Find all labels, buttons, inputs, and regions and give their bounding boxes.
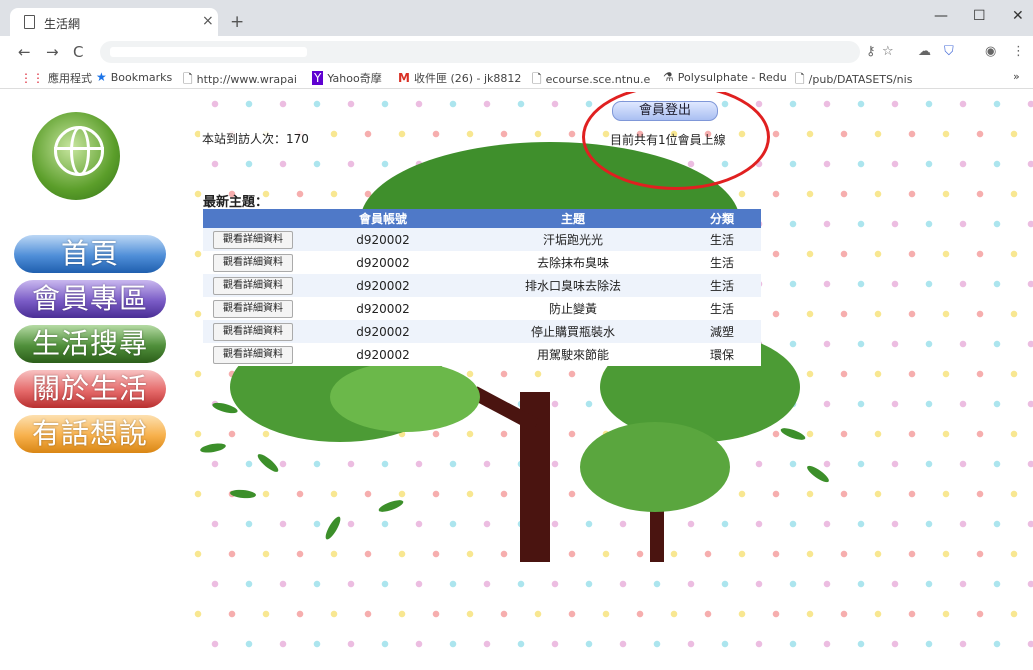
column-header: 分類 [683, 209, 761, 228]
account-cell: d920002 [356, 255, 410, 270]
table-row: 觀看詳細資料 d920002 排水口臭味去除法 生活 [203, 274, 761, 297]
online-members: 目前共有1位會員上線 [610, 133, 726, 147]
column-header [203, 209, 303, 228]
menu-about-button[interactable]: 關於生活 [14, 370, 166, 408]
category-cell: 減塑 [683, 320, 761, 343]
address-value [110, 47, 307, 57]
category-cell: 生活 [709, 302, 734, 316]
table-row: 觀看詳細資料 d920002 停止購買瓶裝水 減塑 [203, 320, 761, 343]
account-cell: d920002 [303, 228, 463, 251]
menu-home-button[interactable]: 首頁 [14, 235, 166, 273]
topic-cell: 用駕駛來節能 [536, 348, 609, 362]
site-logo [32, 112, 120, 200]
minimize-button[interactable]: — [934, 8, 948, 24]
browser-chrome: 生活網 × + — ☐ ✕ ← → C ⚷ ☆ ☁ ⛉ ◉ ⋮ ⋮⋮ 應用程式 ★… [0, 0, 1033, 92]
bookmark-item[interactable]: ⋮⋮ 應用程式 [20, 70, 92, 86]
table-row: 觀看詳細資料 d920002 防止變黃 生活 [203, 297, 761, 320]
view-details-button[interactable]: 觀看詳細資料 [213, 345, 293, 364]
star-icon: ★ [96, 70, 107, 84]
shield-icon[interactable]: ⛉ [944, 44, 954, 59]
address-bar[interactable] [100, 41, 860, 63]
browser-tab[interactable]: 生活網 × [10, 8, 218, 36]
view-details-button[interactable]: 觀看詳細資料 [213, 276, 293, 295]
tab-close-icon[interactable]: × [202, 13, 214, 29]
tab-title: 生活網 [44, 17, 81, 31]
yahoo-icon: Y [312, 71, 324, 85]
back-button[interactable]: ← [18, 43, 31, 61]
bookmark-item[interactable]: Y Yahoo奇摩 [312, 70, 382, 86]
bookmark-item[interactable]: 🗋/pub/DATASETS/nis [795, 70, 912, 91]
bookmarks-bar: ⋮⋮ 應用程式 ★ Bookmarks 🗋 http://www.wrapai Y Ya… [0, 66, 1033, 89]
menu-search-button[interactable]: 生活搜尋 [14, 325, 166, 363]
bookmark-item[interactable]: 🗋 http://www.wrapai [183, 70, 297, 91]
new-tab-button[interactable]: + [230, 12, 244, 32]
account-cell: d920002 [356, 347, 410, 362]
flask-icon: ⚗ [663, 70, 674, 84]
globe-icon [54, 126, 104, 176]
topic-cell: 防止變黃 [548, 302, 597, 316]
bookmark-item[interactable]: M 收件匣 (26) - jk8812 [398, 70, 521, 86]
reload-button[interactable]: C [73, 43, 83, 61]
table-row: 觀看詳細資料 d920002 汗垢跑光光 生活 [203, 228, 761, 251]
table-row: 觀看詳細資料 d920002 去除抹布臭味 生活 [203, 251, 761, 274]
page-icon: 🗋 [532, 72, 542, 86]
view-details-button[interactable]: 觀看詳細資料 [213, 322, 293, 341]
logout-button[interactable]: 會員登出 [612, 101, 718, 121]
page-content: 首頁 會員專區 生活搜尋 關於生活 有話想說 本站到訪人次：170 會員登出 目… [0, 92, 1033, 670]
gmail-icon: M [398, 71, 410, 85]
toolbar: ← → C ⚷ ☆ ☁ ⛉ ◉ ⋮ [0, 36, 1033, 66]
sidebar: 首頁 會員專區 生活搜尋 關於生活 有話想說 [0, 92, 190, 670]
visitor-counter: 本站到訪人次：170 [200, 130, 311, 147]
bookmarks-overflow-icon[interactable]: » [1013, 70, 1020, 83]
view-details-button[interactable]: 觀看詳細資料 [213, 299, 293, 318]
category-cell: 生活 [709, 256, 734, 270]
apps-icon: ⋮⋮ [20, 71, 44, 85]
bookmark-item[interactable]: ★ Bookmarks [96, 70, 172, 84]
bookmark-star-icon[interactable]: ☆ [882, 44, 894, 59]
table-header: 會員帳號 主題 分類 [203, 209, 761, 228]
category-cell: 環保 [709, 348, 734, 362]
forward-button[interactable]: → [46, 43, 59, 61]
account-cell: d920002 [303, 274, 463, 297]
category-cell: 生活 [683, 228, 761, 251]
menu-feedback-button[interactable]: 有話想說 [14, 415, 166, 453]
view-details-button[interactable]: 觀看詳細資料 [213, 253, 293, 272]
page-icon [24, 15, 35, 29]
topic-cell: 汗垢跑光光 [463, 228, 683, 251]
bookmark-item[interactable]: ⚗ Polysulphate - Redu [663, 70, 787, 84]
column-header: 主題 [463, 209, 683, 228]
topic-cell: 排水口臭味去除法 [463, 274, 683, 297]
cloud-icon[interactable]: ☁ [918, 44, 931, 59]
column-header: 會員帳號 [303, 209, 463, 228]
page-icon: 🗋 [795, 72, 805, 86]
page-icon: 🗋 [183, 72, 193, 86]
tab-strip: 生活網 × + — ☐ ✕ [0, 0, 1033, 36]
account-icon[interactable]: ◉ [985, 44, 996, 59]
category-cell: 生活 [683, 274, 761, 297]
table-row: 觀看詳細資料 d920002 用駕駛來節能 環保 [203, 343, 761, 366]
topics-table: 會員帳號 主題 分類 觀看詳細資料 d920002 汗垢跑光光 生活 觀看詳細資… [203, 209, 761, 366]
bookmark-item[interactable]: 🗋 ecourse.sce.ntnu.e [532, 70, 650, 91]
account-cell: d920002 [356, 301, 410, 316]
menu-member-button[interactable]: 會員專區 [14, 280, 166, 318]
topic-cell: 停止購買瓶裝水 [463, 320, 683, 343]
topic-cell: 去除抹布臭味 [536, 256, 609, 270]
latest-topics-title: 最新主題： [203, 195, 269, 210]
view-details-button[interactable]: 觀看詳細資料 [213, 230, 293, 249]
close-window-button[interactable]: ✕ [1012, 8, 1024, 24]
account-cell: d920002 [303, 320, 463, 343]
maximize-button[interactable]: ☐ [973, 8, 986, 24]
key-icon[interactable]: ⚷ [866, 44, 876, 59]
menu-icon[interactable]: ⋮ [1012, 44, 1025, 59]
